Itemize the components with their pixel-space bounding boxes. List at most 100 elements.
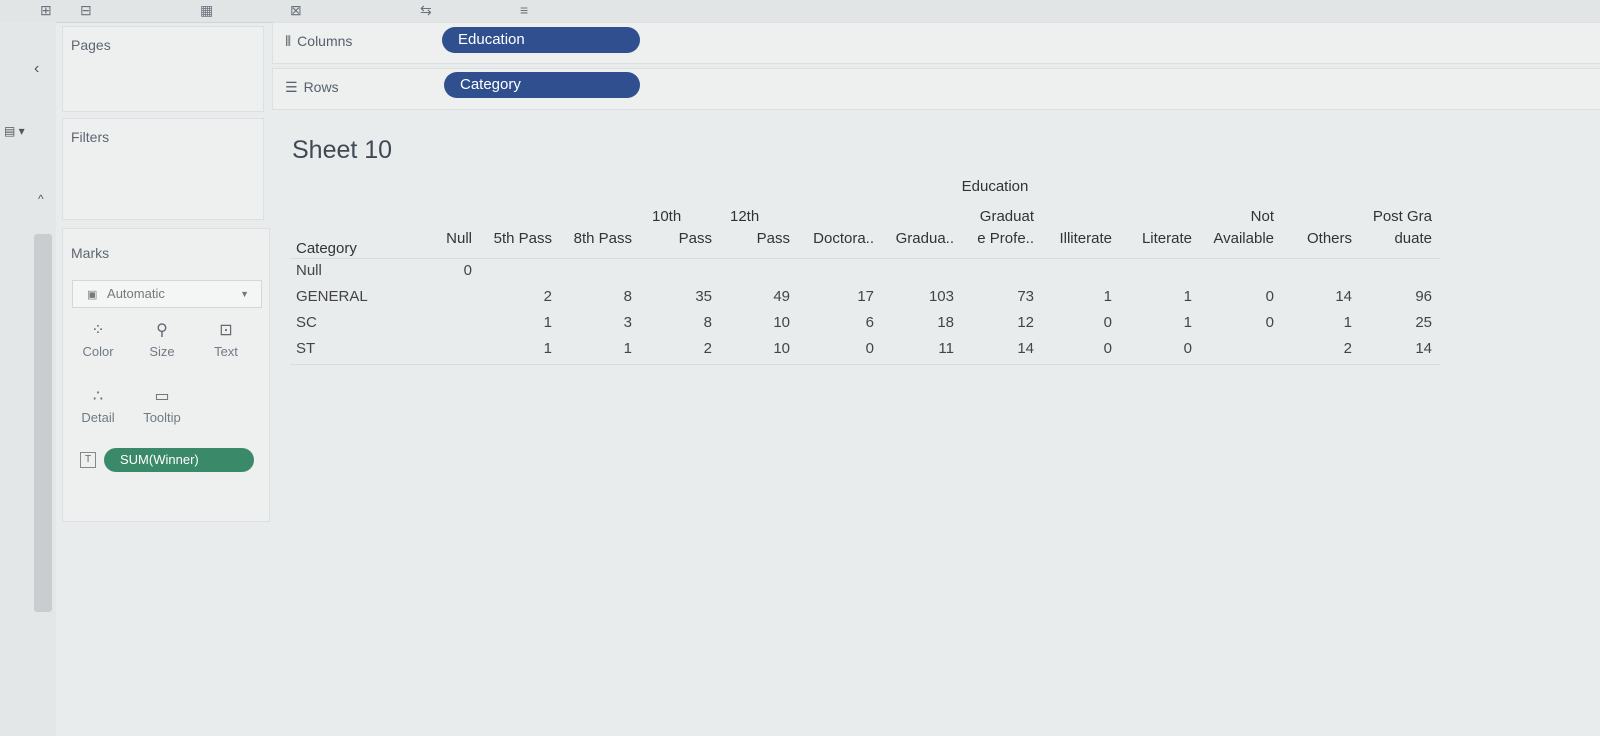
tooltip-label: Tooltip [143, 410, 181, 425]
table-cell[interactable]: 0 [1214, 288, 1274, 305]
table-cell[interactable]: 96 [1372, 288, 1432, 305]
column-header-line: Null [446, 230, 472, 247]
new-data-source-icon[interactable]: ⊞ [40, 2, 52, 19]
column-header[interactable]: Literate [1102, 228, 1192, 250]
table-cell[interactable]: 0 [1214, 314, 1274, 331]
table-cell[interactable]: 10 [730, 314, 790, 331]
row-header-category[interactable]: Category [296, 238, 357, 260]
table-cell[interactable]: 1 [492, 340, 552, 357]
pages-card[interactable]: Pages [62, 26, 264, 112]
detail-button[interactable]: ∴ Detail [66, 386, 130, 425]
table-cell[interactable]: 1 [1132, 288, 1192, 305]
text-button[interactable]: ⊡ Text [194, 320, 258, 359]
table-cell[interactable]: 1 [492, 314, 552, 331]
new-worksheet-icon[interactable]: ▦ [200, 2, 213, 19]
table-cell[interactable]: 6 [814, 314, 874, 331]
column-header-line: 8th Pass [573, 230, 632, 247]
table-cell[interactable]: 0 [1132, 340, 1192, 357]
column-header-line: Doctora.. [813, 230, 874, 247]
column-header-line: Pass [756, 230, 790, 247]
sort-icon[interactable]: ≡ [520, 2, 528, 18]
table-cell[interactable]: 1 [1052, 288, 1112, 305]
table-cell[interactable]: 10 [730, 340, 790, 357]
column-header-line: Graduat [979, 208, 1034, 225]
column-header-line: e Profe.. [977, 230, 1034, 247]
column-header[interactable]: Gradua.. [864, 228, 954, 250]
marks-card: Marks [62, 228, 270, 522]
table-cell[interactable]: 1 [572, 340, 632, 357]
size-button[interactable]: ⚲ Size [130, 320, 194, 359]
column-header-line: Post Gra [1372, 208, 1432, 225]
row-header[interactable]: Null [296, 262, 322, 279]
column-header[interactable]: Doctora.. [784, 228, 874, 250]
table-cell[interactable]: 8 [572, 288, 632, 305]
column-header[interactable]: Null [382, 228, 472, 250]
column-header[interactable]: 8th Pass [542, 228, 632, 250]
table-cell[interactable]: 49 [730, 288, 790, 305]
column-header[interactable]: Illiterate [1022, 228, 1112, 250]
column-header-line: Literate [1141, 230, 1192, 247]
column-header[interactable]: Graduat e Profe.. [944, 206, 1034, 250]
column-header[interactable]: Post Gra duate [1342, 206, 1432, 250]
row-header[interactable]: ST [296, 340, 315, 357]
crosstab: Education Category Null 5th Pass 8th Pass 1… [290, 178, 1470, 368]
sum-winner-pill[interactable]: SUM(Winner) [104, 448, 254, 472]
table-cell[interactable]: 73 [974, 288, 1034, 305]
column-group-header[interactable]: Education [880, 178, 1110, 195]
data-pane-collapsed: ‹ ▤ ▾ ^ [0, 22, 56, 736]
column-header[interactable]: 12th Pass [700, 206, 790, 250]
table-cell[interactable]: 35 [652, 288, 712, 305]
chart-icon[interactable]: ⊟ [80, 2, 92, 19]
scrollbar[interactable] [34, 234, 52, 612]
table-cell[interactable]: 1 [1132, 314, 1192, 331]
table-cell[interactable]: 0 [1052, 314, 1112, 331]
text-label: Text [214, 344, 238, 359]
collapse-arrow-icon[interactable]: ‹ [34, 60, 39, 78]
color-button[interactable]: ⁘ Color [66, 320, 130, 359]
chevron-up-icon[interactable]: ^ [38, 192, 44, 206]
table-cell[interactable]: 2 [492, 288, 552, 305]
mark-type-dropdown[interactable]: ▣ Automatic ▼ [72, 280, 262, 308]
text-icon: ⊡ [219, 320, 233, 339]
column-header-line: Not [1250, 208, 1274, 225]
table-cell[interactable]: 3 [572, 314, 632, 331]
data-pane-toggle-icon[interactable]: ▤ ▾ [4, 124, 25, 138]
column-header[interactable]: Not Available [1184, 206, 1274, 250]
table-cell[interactable]: 103 [894, 288, 954, 305]
column-header-line: duate [1394, 230, 1432, 247]
column-header-line: 5th Pass [493, 230, 552, 247]
category-pill[interactable]: Category [444, 72, 640, 98]
color-label: Color [82, 344, 114, 359]
table-cell[interactable]: 8 [652, 314, 712, 331]
table-bottom-divider [290, 364, 1440, 365]
table-cell[interactable]: 12 [974, 314, 1034, 331]
table-cell[interactable]: 18 [894, 314, 954, 331]
column-header[interactable]: 5th Pass [462, 228, 552, 250]
tooltip-button[interactable]: ▭ Tooltip [130, 386, 194, 425]
table-cell[interactable]: 14 [1372, 340, 1432, 357]
sheet-title[interactable]: Sheet 10 [292, 136, 392, 165]
column-header-line: Illiterate [1059, 230, 1112, 247]
table-cell[interactable]: 17 [814, 288, 874, 305]
table-cell[interactable]: 25 [1372, 314, 1432, 331]
table-cell[interactable]: 14 [1292, 288, 1352, 305]
columns-shelf-label: ⦀ Columns [285, 33, 352, 50]
table-cell[interactable]: 0 [412, 262, 472, 279]
clear-sheet-icon[interactable]: ⊠ [290, 2, 302, 19]
column-header[interactable]: Others [1262, 228, 1352, 250]
table-cell[interactable]: 2 [652, 340, 712, 357]
row-header[interactable]: GENERAL [296, 288, 368, 305]
columns-label: Columns [297, 33, 353, 49]
table-cell[interactable]: 2 [1292, 340, 1352, 357]
education-pill[interactable]: Education [442, 27, 640, 53]
table-cell[interactable]: 0 [814, 340, 874, 357]
column-header[interactable]: 10th Pass [622, 206, 712, 250]
table-cell[interactable]: 0 [1052, 340, 1112, 357]
swap-icon[interactable]: ⇆ [420, 2, 432, 19]
table-cell[interactable]: 14 [974, 340, 1034, 357]
color-dots-icon: ⁘ [91, 320, 105, 339]
filters-card[interactable]: Filters [62, 118, 264, 220]
row-header[interactable]: SC [296, 314, 317, 331]
table-cell[interactable]: 11 [894, 340, 954, 357]
table-cell[interactable]: 1 [1292, 314, 1352, 331]
